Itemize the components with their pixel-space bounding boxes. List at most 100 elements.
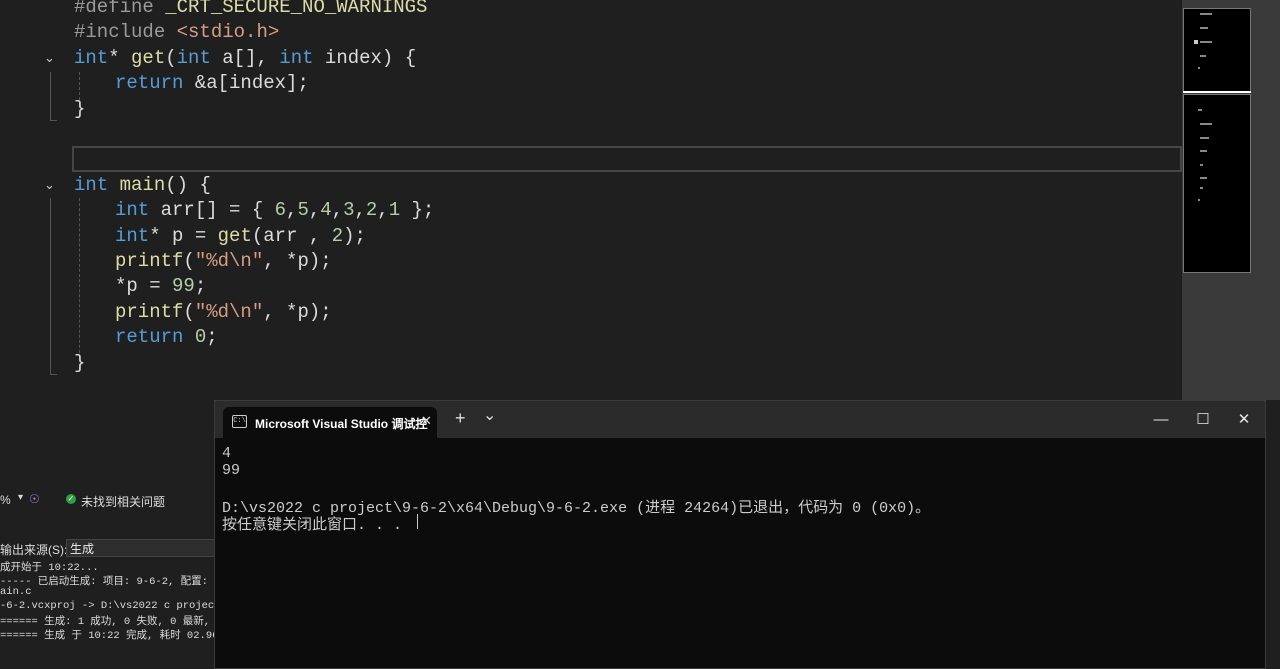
code-line[interactable]: printf("%d\n", *p); [115,249,332,274]
code-token: 99 [172,275,195,298]
minimap-line [1198,109,1202,111]
code-editor[interactable]: #define _CRT_SECURE_NO_WARNINGS #include … [0,0,1182,400]
minimap-viewport[interactable] [1183,8,1251,93]
code-token: *p = [115,275,173,298]
code-token: int [115,199,150,222]
output-line: ain.c [0,586,32,599]
code-token: int [176,46,211,69]
minimap-line [1200,27,1208,29]
code-line[interactable]: } [74,351,85,376]
code-line[interactable]: printf("%d\n", *p); [115,300,332,325]
code-token: int [74,173,109,196]
close-window-button[interactable]: ✕ [1223,401,1265,438]
code-line[interactable]: #include <stdio.h> [74,20,279,45]
minimap-line [1198,199,1200,201]
minimap-line [1200,41,1212,43]
code-token: 2 [365,199,378,222]
minimize-button[interactable]: — [1140,401,1182,438]
code-token: , [286,199,298,222]
console-title-bar[interactable]: C:\ Microsoft Visual Studio 调试控 ✕ + ⌄ — … [215,401,1265,438]
minimap-slider[interactable] [1183,91,1251,93]
code-token: ( [183,300,195,323]
minimap-line [1198,67,1200,69]
tab-close-icon[interactable]: ✕ [421,413,432,429]
code-token: return [115,72,184,95]
code-token: } [74,351,86,374]
code-token: <stdio.h> [176,21,280,44]
text-cursor [417,514,418,529]
code-token: ); [343,224,366,247]
code-token: () { [165,173,211,196]
minimap-line [1200,123,1212,125]
code-token: "%d\n" [194,250,264,272]
console-tab-title: Microsoft Visual Studio 调试控 [255,417,428,431]
console-output-line: 4 [222,445,232,462]
zoom-indicator[interactable]: % [0,493,11,507]
code-token: ; [194,275,207,298]
debug-console-window[interactable]: C:\ Microsoft Visual Studio 调试控 ✕ + ⌄ — … [214,400,1266,669]
fold-chevron-icon[interactable]: ⌄ [44,51,58,65]
minimap-line [1200,55,1206,57]
minimap-cursor [1194,40,1198,44]
code-token: 3 [343,199,355,222]
output-line: -6-2.vcxproj -> D:\vs2022 c project\9-6 [0,599,214,612]
minimap-scrollbar[interactable] [1182,0,1280,400]
minimap-line [1200,137,1209,139]
code-token: ( [183,250,195,272]
code-line[interactable]: int arr[] = { 6,5,4,3,2,1 }; [115,198,434,223]
code-line[interactable]: int main() { [74,173,211,198]
output-source-select[interactable]: 生成 [66,539,214,557]
code-token: main [119,173,166,196]
code-token: &a[index]; [183,72,309,95]
terminal-icon: C:\ [232,415,247,428]
issues-status[interactable]: 未找到相关问题 [81,493,165,510]
code-line[interactable]: int* get(int a[], int index) { [74,46,416,71]
maximize-button[interactable]: ☐ [1182,401,1224,438]
code-token: ( [165,46,177,69]
code-line[interactable]: return &a[index]; [115,71,309,96]
code-token: a[], [210,46,280,69]
code-line[interactable]: int* p = get(arr , 2); [115,224,366,249]
code-token: (arr , [251,224,332,247]
code-line[interactable]: return 0; [115,325,218,350]
current-line-highlight [72,146,1182,172]
fold-chevron-icon[interactable]: ⌄ [44,178,58,192]
code-token: }; [400,199,435,222]
copilot-icon[interactable]: ☉ [29,492,40,506]
code-token: , *p); [263,250,332,272]
code-line[interactable]: } [74,97,85,122]
code-token: * p = [149,224,218,247]
code-token: 2 [331,224,344,247]
zoom-dropdown-icon[interactable]: ▾ [18,492,23,503]
code-token: "%d\n" [194,300,264,323]
code-token: , *p); [263,300,332,323]
code-token: #include [74,21,177,44]
code-token: int [115,224,150,247]
minimap-line [1200,187,1203,189]
new-tab-button[interactable]: + [455,408,466,429]
minimap-line [1200,177,1207,179]
code-token: 4 [320,199,332,222]
output-line: ----- 已启动生成: 项目: 9-6-2, 配置: De [0,575,214,588]
output-pane: 输出来源(S): 生成 成开始于 10:22... ----- 已启动生成: 项目… [0,512,214,667]
code-token: ; [206,326,218,349]
code-token: arr[] = { [149,199,275,222]
minimap-panel [1183,94,1251,273]
tab-dropdown-icon[interactable]: ⌄ [483,405,496,425]
code-token: get [217,224,252,247]
console-output-line: 99 [222,462,241,479]
minimap-line [1200,13,1212,15]
code-token: printf [115,300,184,323]
code-token: * [108,46,132,69]
code-token: _CRT_SECURE_NO_WARNINGS [165,0,428,18]
code-token: 5 [297,199,309,222]
code-line[interactable]: *p = 99; [115,274,206,299]
minimap-line [1200,150,1207,152]
console-tab[interactable]: C:\ Microsoft Visual Studio 调试控 ✕ [223,407,437,438]
code-token: 1 [388,199,401,222]
code-token: , [354,199,366,222]
check-icon: ✓ [66,494,76,504]
code-line[interactable]: #define _CRT_SECURE_NO_WARNINGS [74,0,427,20]
